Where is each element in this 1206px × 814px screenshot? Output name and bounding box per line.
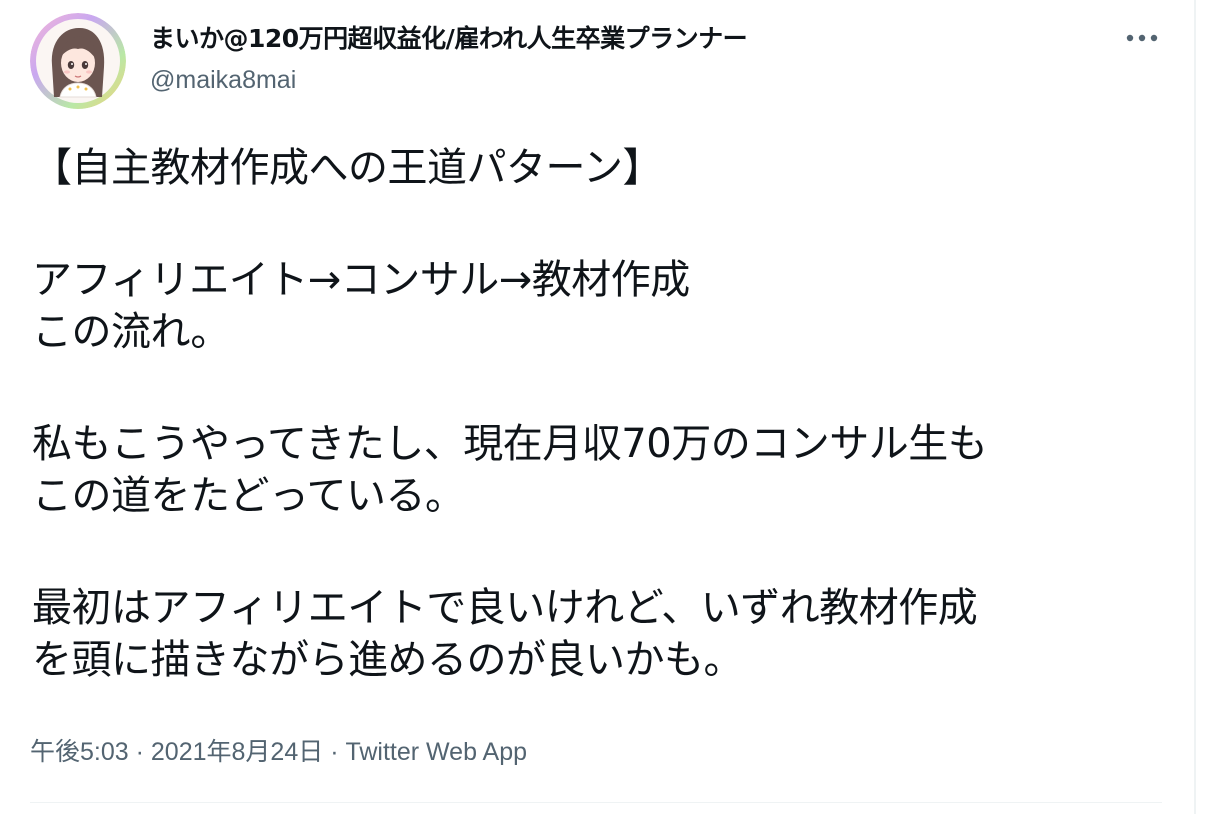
tweet-text-line: 【自主教材作成への王道パターン】 bbox=[32, 145, 663, 191]
meta-separator: · bbox=[135, 738, 144, 766]
meta-separator: · bbox=[330, 738, 339, 766]
tweet-text-line: アフィリエイト→コンサル→教材作成 bbox=[32, 257, 690, 303]
more-dots-icon bbox=[1126, 34, 1158, 42]
tweet-source-link[interactable]: Twitter Web App bbox=[345, 738, 527, 766]
tweet-text-line: 最初はアフィリエイトで良いけれど、いずれ教材作成 bbox=[32, 585, 978, 631]
avatar-illustration bbox=[30, 13, 126, 109]
column-border bbox=[1194, 0, 1196, 814]
tweet-text-line: この流れ。 bbox=[32, 309, 230, 355]
more-options-button[interactable] bbox=[1118, 18, 1166, 58]
avatar[interactable] bbox=[30, 13, 126, 109]
tweet-time-link[interactable]: 午後5:03 bbox=[30, 738, 129, 766]
tweet-date-link[interactable]: 2021年8月24日 bbox=[151, 738, 323, 766]
tweet-text-line: この道をたどっている。 bbox=[32, 473, 465, 519]
divider bbox=[30, 802, 1162, 803]
author-display-name[interactable]: まいか@120万円超収益化/雇われ人生卒業プランナー bbox=[150, 22, 748, 56]
tweet-meta: 午後5:03 · 2021年8月24日 · Twitter Web App bbox=[30, 734, 527, 770]
tweet-text-line: を頭に描きながら進めるのが良いかも。 bbox=[32, 637, 744, 683]
tweet-text: 【自主教材作成への王道パターン】 アフィリエイト→コンサル→教材作成 この流れ。… bbox=[32, 142, 1142, 686]
tweet-text-line: 私もこうやってきたし、現在月収70万のコンサル生も bbox=[32, 421, 988, 467]
tweet-card: まいか@120万円超収益化/雇われ人生卒業プランナー @maika8mai 【自… bbox=[0, 0, 1194, 814]
author-handle[interactable]: @maika8mai bbox=[150, 63, 296, 97]
